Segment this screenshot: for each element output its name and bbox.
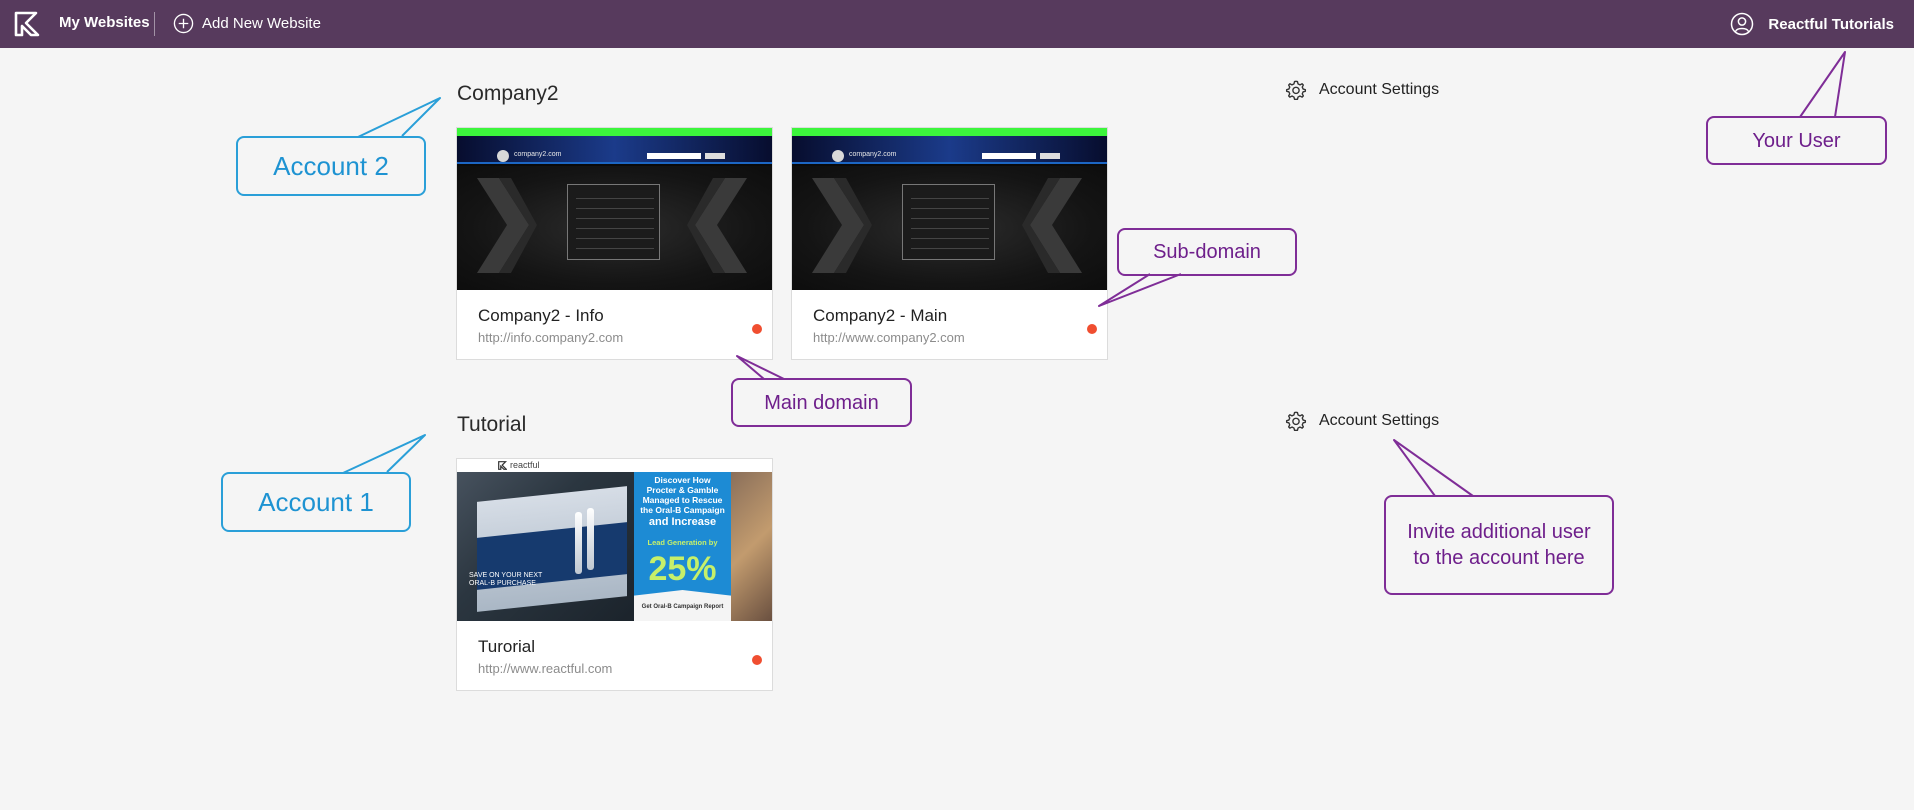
site-url: http://www.company2.com — [813, 330, 965, 345]
user-name: Reactful Tutorials — [1768, 15, 1894, 33]
ad-lead-text: Lead Generation by — [647, 538, 718, 547]
site-url: http://info.company2.com — [478, 330, 624, 345]
reactful-logo — [498, 461, 507, 470]
ad-panel: Discover How Procter & Gamble Managed to… — [634, 472, 731, 621]
add-new-website-label: Add New Website — [202, 15, 321, 32]
site-thumbnail: reactful SAVE ON YOUR NEXT ORAL-B PURCHA… — [457, 459, 772, 621]
status-indicator — [752, 655, 762, 665]
thumbnail-domain: company2.com — [849, 151, 897, 158]
thumbnail-domain: company2.com — [514, 151, 562, 158]
ad-headline-4: the Oral-B Campaign — [640, 505, 725, 515]
account-settings-tutorial[interactable]: Account Settings — [1285, 410, 1439, 432]
top-navigation-bar: My Websites Add New Website Reactful Tut… — [0, 0, 1914, 48]
gear-icon — [1285, 411, 1307, 432]
callout-tails — [342, 51, 1846, 497]
site-thumbnail: company2.com — [792, 128, 1107, 290]
site-url: http://www.reactful.com — [478, 661, 613, 676]
ad-headline-big: and Increase — [648, 516, 717, 528]
laptop-photo: SAVE ON YOUR NEXT ORAL-B PURCHASE — [457, 472, 635, 621]
callout-main-domain: Main domain — [731, 378, 912, 427]
parked-logo-icon — [832, 150, 844, 162]
site-card-company2-main[interactable]: company2.com Company2 - Main http://www.… — [791, 127, 1108, 360]
status-indicator — [752, 324, 762, 334]
parked-logo-icon — [497, 150, 509, 162]
chevron-left-icon — [1022, 178, 1082, 273]
add-new-website-button[interactable]: Add New Website — [173, 13, 321, 34]
account-settings-label: Account Settings — [1319, 81, 1440, 98]
gear-icon — [1285, 80, 1307, 101]
site-name: Turorial — [478, 637, 535, 656]
site-card-tutorial[interactable]: reactful SAVE ON YOUR NEXT ORAL-B PURCHA… — [456, 458, 773, 691]
thumbnail-save-line2: ORAL-B PURCHASE — [469, 580, 536, 587]
related-links-box — [902, 184, 995, 260]
nav-divider — [154, 12, 155, 36]
user-circle-icon — [1731, 12, 1754, 36]
related-links-box — [567, 184, 660, 260]
thumbnail-brand: reactful — [510, 460, 540, 470]
ad-footer-text: Get Oral-B Campaign Report — [641, 604, 724, 610]
ad-headline-3: Managed to Rescue — [642, 495, 723, 505]
user-menu[interactable]: Reactful Tutorials — [1730, 12, 1894, 36]
account-settings-label: Account Settings — [1319, 412, 1440, 429]
site-name: Company2 - Main — [813, 306, 948, 325]
site-card-company2-info[interactable]: company2.com Company2 - Info http://info… — [456, 127, 773, 360]
callout-account-2: Account 2 — [236, 136, 426, 196]
status-indicator — [1087, 324, 1097, 334]
callout-invite-user: Invite additional user to the account he… — [1384, 495, 1614, 595]
ad-percent: 25% — [648, 550, 717, 588]
site-thumbnail: company2.com — [457, 128, 772, 290]
callout-account-1: Account 1 — [221, 472, 411, 532]
callout-your-user: Your User — [1706, 116, 1887, 165]
plus-circle-icon — [173, 13, 194, 34]
reactful-logo[interactable] — [14, 11, 40, 37]
ad-headline-2: Procter & Gamble — [646, 485, 719, 495]
callout-invite-line2: to the account here — [1413, 547, 1585, 569]
chevron-right-icon — [477, 178, 537, 273]
chevron-left-icon — [687, 178, 747, 273]
callout-invite-line1: Invite additional user — [1407, 521, 1591, 543]
account-settings-company2[interactable]: Account Settings — [1285, 79, 1439, 101]
site-name: Company2 - Info — [478, 306, 604, 325]
account-title-company2: Company2 — [457, 82, 559, 105]
my-websites-link[interactable]: My Websites — [59, 14, 150, 31]
account-title-tutorial: Tutorial — [457, 413, 527, 436]
thumbnail-save-line1: SAVE ON YOUR NEXT — [469, 572, 543, 579]
ad-headline-1: Discover How — [654, 475, 711, 485]
callout-sub-domain: Sub-domain — [1117, 228, 1297, 276]
chevron-right-icon — [812, 178, 872, 273]
